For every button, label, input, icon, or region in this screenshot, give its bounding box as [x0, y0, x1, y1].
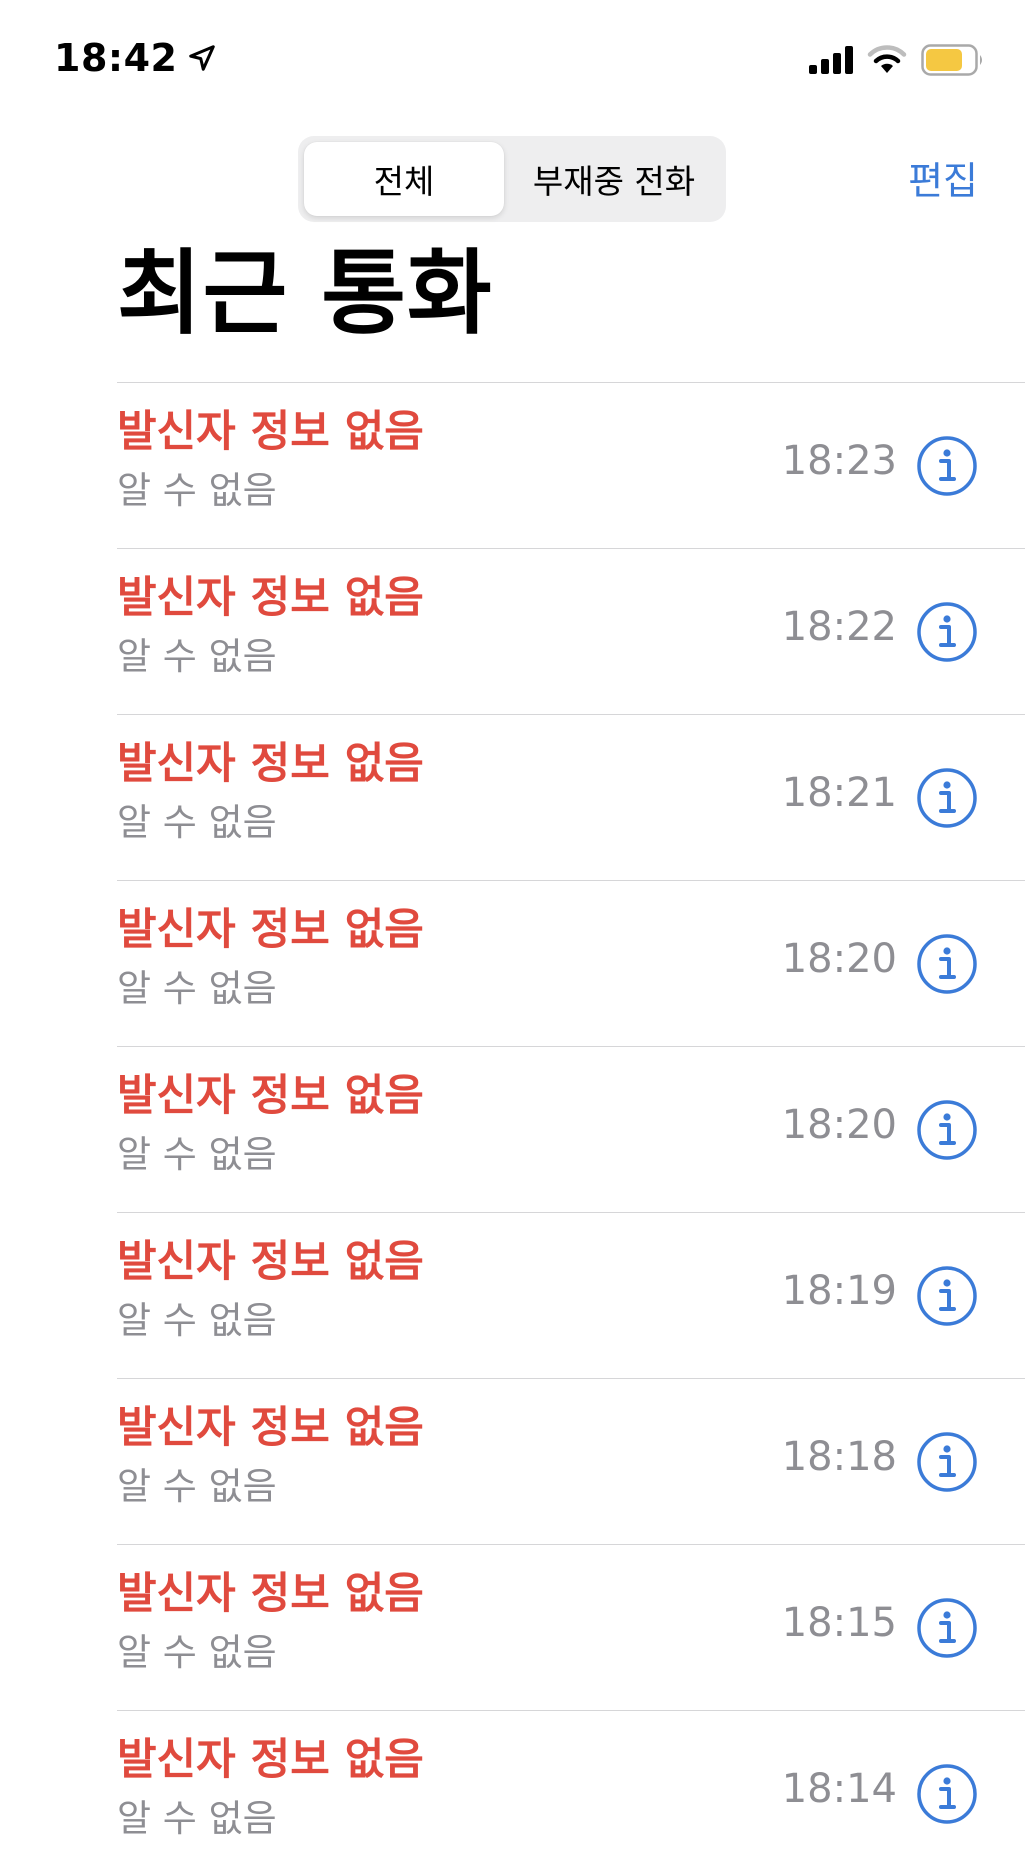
call-row[interactable]: 발신자 정보 없음 알 수 없음 18:23 [117, 382, 1025, 548]
call-detail: 알 수 없음 [117, 635, 277, 678]
info-icon[interactable] [916, 435, 978, 497]
info-icon[interactable] [916, 1597, 978, 1659]
call-row[interactable]: 발신자 정보 없음 알 수 없음 18:21 [117, 714, 1025, 880]
call-time: 18:18 [781, 1434, 897, 1480]
status-icons [809, 44, 985, 76]
call-time: 18:20 [781, 936, 897, 982]
edit-button[interactable]: 편집 [908, 150, 978, 205]
call-row[interactable]: 발신자 정보 없음 알 수 없음 18:22 [117, 548, 1025, 714]
call-row[interactable]: 발신자 정보 없음 알 수 없음 18:14 [117, 1710, 1025, 1876]
call-row[interactable]: 발신자 정보 없음 알 수 없음 18:20 [117, 880, 1025, 1046]
caller-name: 발신자 정보 없음 [117, 1569, 424, 1619]
recent-calls-list: 발신자 정보 없음 알 수 없음 18:23 발신자 정보 없음 알 수 없음 … [117, 382, 1025, 1876]
call-row[interactable]: 발신자 정보 없음 알 수 없음 18:19 [117, 1212, 1025, 1378]
wifi-icon [867, 45, 907, 73]
caller-name: 발신자 정보 없음 [117, 1071, 424, 1121]
call-detail: 알 수 없음 [117, 1631, 277, 1674]
call-row[interactable]: 발신자 정보 없음 알 수 없음 18:20 [117, 1046, 1025, 1212]
call-time: 18:20 [781, 1102, 897, 1148]
caller-name: 발신자 정보 없음 [117, 739, 424, 789]
call-detail: 알 수 없음 [117, 469, 277, 512]
info-icon[interactable] [916, 767, 978, 829]
info-icon[interactable] [916, 601, 978, 663]
location-arrow-icon [189, 45, 216, 71]
segment-all[interactable]: 전체 [304, 142, 504, 216]
call-detail: 알 수 없음 [117, 1797, 277, 1840]
call-detail: 알 수 없음 [117, 967, 277, 1010]
info-icon[interactable] [916, 1099, 978, 1161]
info-icon[interactable] [916, 1763, 978, 1825]
call-row[interactable]: 발신자 정보 없음 알 수 없음 18:18 [117, 1378, 1025, 1544]
segment-missed[interactable]: 부재중 전화 [508, 142, 720, 216]
call-detail: 알 수 없음 [117, 1133, 277, 1176]
call-time: 18:21 [781, 770, 897, 816]
call-detail: 알 수 없음 [117, 1299, 277, 1342]
status-time-label: 18:42 [54, 36, 178, 80]
call-time: 18:23 [781, 438, 897, 484]
call-time: 18:19 [781, 1268, 897, 1314]
caller-name: 발신자 정보 없음 [117, 1735, 424, 1785]
cellular-signal-icon [809, 46, 853, 74]
page-title: 최근 통화 [117, 240, 493, 347]
call-detail: 알 수 없음 [117, 801, 277, 844]
call-time: 18:22 [781, 604, 897, 650]
call-time: 18:15 [781, 1600, 897, 1646]
call-time: 18:14 [781, 1766, 897, 1812]
caller-name: 발신자 정보 없음 [117, 1403, 424, 1453]
info-icon[interactable] [916, 1431, 978, 1493]
call-detail: 알 수 없음 [117, 1465, 277, 1508]
status-bar: 18:42 [0, 0, 1025, 110]
info-icon[interactable] [916, 1265, 978, 1327]
status-time: 18:42 [54, 36, 217, 80]
caller-name: 발신자 정보 없음 [117, 1237, 424, 1287]
info-icon[interactable] [916, 933, 978, 995]
call-filter-segmented-control: 전체 부재중 전화 [298, 136, 726, 222]
caller-name: 발신자 정보 없음 [117, 905, 424, 955]
battery-icon [921, 44, 982, 76]
caller-name: 발신자 정보 없음 [117, 407, 424, 457]
call-row[interactable]: 발신자 정보 없음 알 수 없음 18:15 [117, 1544, 1025, 1710]
caller-name: 발신자 정보 없음 [117, 573, 424, 623]
